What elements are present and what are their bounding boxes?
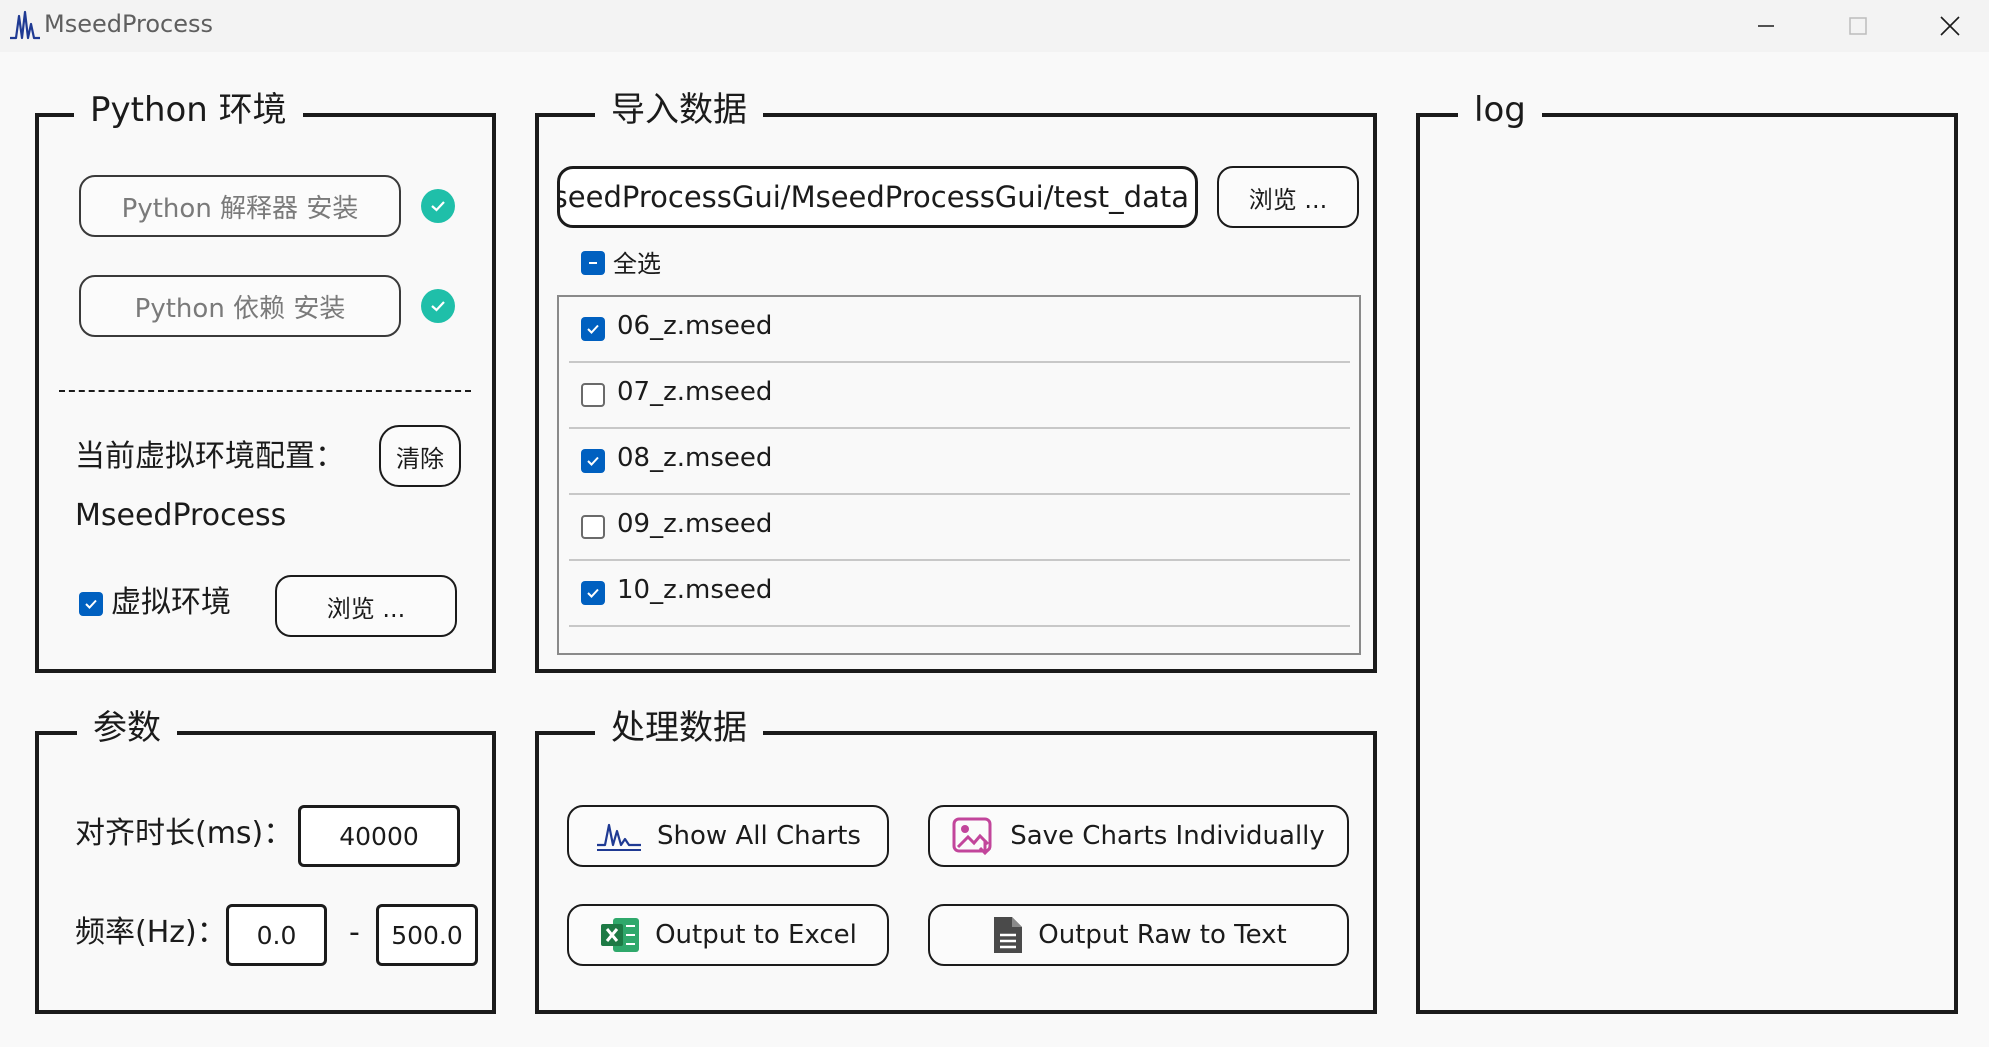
list-item[interactable]: 10_z.mseed bbox=[569, 561, 1350, 627]
align-duration-input[interactable]: 40000 bbox=[298, 805, 460, 867]
show-all-charts-label: Show All Charts bbox=[657, 821, 861, 851]
minimize-button[interactable] bbox=[1720, 0, 1812, 52]
waveform-icon bbox=[8, 8, 42, 42]
list-item[interactable]: 08_z.mseed bbox=[569, 429, 1350, 495]
venv-browse-button[interactable]: 浏览 ... bbox=[275, 575, 457, 637]
python-env-legend: Python 环境 bbox=[74, 83, 303, 137]
import-data-group: 导入数据 t/MseedProcessGui/MseedProcessGui/t… bbox=[535, 83, 1377, 673]
file-name: 08_z.mseed bbox=[617, 443, 773, 473]
freq-max-input[interactable]: 500.0 bbox=[376, 904, 478, 966]
freq-min-input[interactable]: 0.0 bbox=[226, 904, 327, 966]
text-file-icon bbox=[990, 915, 1024, 955]
check-icon bbox=[421, 289, 455, 323]
file-name: 10_z.mseed bbox=[617, 575, 773, 605]
file-name: 06_z.mseed bbox=[617, 311, 773, 341]
log-output[interactable] bbox=[1420, 137, 1954, 1010]
check-icon bbox=[421, 189, 455, 223]
params-legend: 参数 bbox=[77, 701, 177, 755]
close-icon bbox=[1940, 16, 1960, 36]
save-charts-button[interactable]: Save Charts Individually bbox=[928, 805, 1349, 867]
current-env-value: MseedProcess bbox=[75, 498, 287, 533]
log-legend: log bbox=[1458, 83, 1542, 137]
venv-label: 虚拟环境 bbox=[111, 585, 231, 620]
output-raw-text-button[interactable]: Output Raw to Text bbox=[928, 904, 1349, 966]
params-group: 参数 对齐时长(ms)： 40000 频率(Hz)： 0.0 - 500.0 bbox=[35, 701, 496, 1014]
install-deps-button[interactable]: Python 依赖 安装 bbox=[79, 275, 401, 337]
file-checkbox[interactable] bbox=[581, 317, 605, 341]
show-all-charts-button[interactable]: Show All Charts bbox=[567, 805, 889, 867]
waveform-chart-icon bbox=[595, 819, 643, 853]
data-browse-button[interactable]: 浏览 ... bbox=[1217, 166, 1359, 228]
file-checkbox[interactable] bbox=[581, 581, 605, 605]
output-excel-button[interactable]: Output to Excel bbox=[567, 904, 889, 966]
maximize-icon bbox=[1849, 17, 1867, 35]
python-env-group: Python 环境 Python 解释器 安装 Python 依赖 安装 当前虚… bbox=[35, 83, 496, 673]
save-charts-label: Save Charts Individually bbox=[1010, 821, 1325, 851]
list-item[interactable]: 07_z.mseed bbox=[569, 363, 1350, 429]
install-interpreter-button[interactable]: Python 解释器 安装 bbox=[79, 175, 401, 237]
freq-separator: - bbox=[349, 915, 360, 950]
output-excel-label: Output to Excel bbox=[655, 920, 857, 950]
title-bar bbox=[0, 0, 1989, 52]
clear-button[interactable]: 清除 bbox=[379, 425, 461, 487]
maximize-button[interactable] bbox=[1812, 0, 1904, 52]
excel-icon bbox=[599, 916, 641, 954]
log-group: log bbox=[1416, 83, 1958, 1014]
save-image-icon bbox=[952, 816, 996, 856]
file-list: 06_z.mseed 07_z.mseed 08_z.mseed 09_z.ms… bbox=[557, 295, 1361, 655]
list-item[interactable]: 09_z.mseed bbox=[569, 495, 1350, 561]
file-name: 09_z.mseed bbox=[617, 509, 773, 539]
current-env-label: 当前虚拟环境配置： bbox=[75, 439, 345, 474]
minimize-icon bbox=[1758, 25, 1774, 27]
file-name: 07_z.mseed bbox=[617, 377, 773, 407]
close-button[interactable] bbox=[1904, 0, 1989, 52]
output-raw-text-label: Output Raw to Text bbox=[1038, 920, 1287, 950]
select-all-label: 全选 bbox=[613, 250, 661, 278]
data-path-input[interactable]: t/MseedProcessGui/MseedProcessGui/test_d… bbox=[557, 166, 1198, 228]
select-all-checkbox[interactable] bbox=[581, 251, 605, 275]
process-data-group: 处理数据 Show All Charts Save Charts Individ… bbox=[535, 701, 1377, 1014]
file-checkbox[interactable] bbox=[581, 515, 605, 539]
divider bbox=[59, 390, 471, 392]
import-data-legend: 导入数据 bbox=[595, 83, 763, 137]
window-title: MseedProcess bbox=[44, 10, 214, 38]
file-checkbox[interactable] bbox=[581, 449, 605, 473]
process-data-legend: 处理数据 bbox=[595, 701, 763, 755]
frequency-label: 频率(Hz)： bbox=[75, 915, 227, 950]
list-item[interactable]: 06_z.mseed bbox=[569, 297, 1350, 363]
file-checkbox[interactable] bbox=[581, 383, 605, 407]
venv-checkbox[interactable] bbox=[79, 592, 103, 616]
align-duration-label: 对齐时长(ms)： bbox=[75, 816, 294, 851]
